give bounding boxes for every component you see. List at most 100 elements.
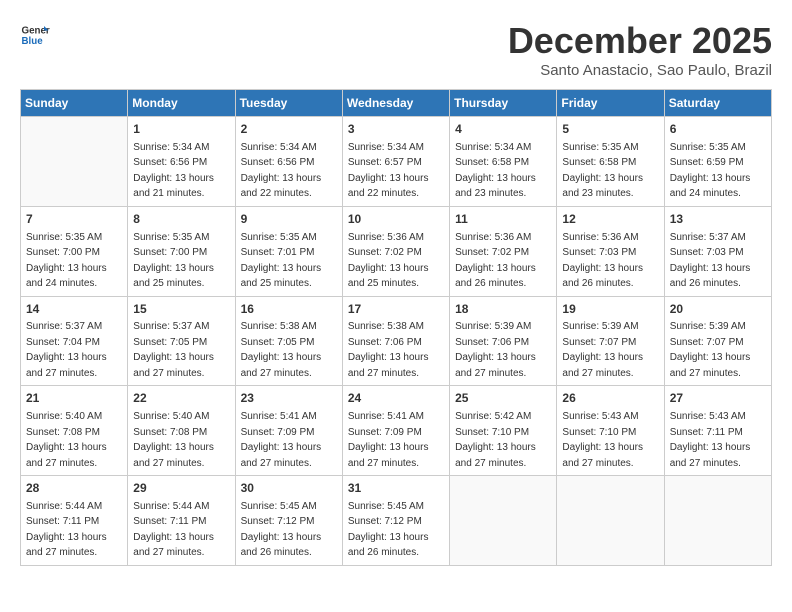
day-info: Sunrise: 5:45 AM Sunset: 7:12 PM Dayligh…	[241, 501, 322, 559]
day-number: 9	[241, 211, 337, 228]
calendar-cell	[664, 476, 771, 566]
svg-text:General: General	[22, 26, 51, 37]
day-number: 23	[241, 390, 337, 407]
day-info: Sunrise: 5:36 AM Sunset: 7:02 PM Dayligh…	[348, 232, 429, 290]
calendar-cell: 4 Sunrise: 5:34 AM Sunset: 6:58 PM Daylig…	[450, 117, 557, 207]
weekday-header-row: SundayMondayTuesdayWednesdayThursdayFrid…	[21, 90, 772, 117]
day-info: Sunrise: 5:37 AM Sunset: 7:03 PM Dayligh…	[670, 232, 751, 290]
day-number: 22	[133, 390, 229, 407]
calendar-cell: 23 Sunrise: 5:41 AM Sunset: 7:09 PM Dayli…	[235, 386, 342, 476]
calendar-cell: 6 Sunrise: 5:35 AM Sunset: 6:59 PM Daylig…	[664, 117, 771, 207]
day-number: 12	[562, 211, 658, 228]
title-block: December 2025 Santo Anastacio, Sao Paulo…	[508, 20, 772, 79]
day-info: Sunrise: 5:42 AM Sunset: 7:10 PM Dayligh…	[455, 411, 536, 469]
weekday-header-thursday: Thursday	[450, 90, 557, 117]
day-info: Sunrise: 5:39 AM Sunset: 7:06 PM Dayligh…	[455, 321, 536, 379]
day-info: Sunrise: 5:44 AM Sunset: 7:11 PM Dayligh…	[26, 501, 107, 559]
day-number: 27	[670, 390, 766, 407]
logo: General Blue	[20, 20, 50, 50]
calendar-cell: 25Sunrise: 5:42 AM Sunset: 7:10 PM Dayli…	[450, 386, 557, 476]
day-info: Sunrise: 5:43 AM Sunset: 7:10 PM Dayligh…	[562, 411, 643, 469]
day-number: 28	[26, 480, 122, 497]
weekday-header-tuesday: Tuesday	[235, 90, 342, 117]
day-info: Sunrise: 5:36 AM Sunset: 7:03 PM Dayligh…	[562, 232, 643, 290]
calendar-week-2: 7 Sunrise: 5:35 AM Sunset: 7:00 PM Daylig…	[21, 206, 772, 296]
day-info: Sunrise: 5:35 AM Sunset: 7:00 PM Dayligh…	[26, 232, 107, 290]
day-info: Sunrise: 5:34 AM Sunset: 6:57 PM Dayligh…	[348, 142, 429, 200]
calendar-cell: 17Sunrise: 5:38 AM Sunset: 7:06 PM Dayli…	[342, 296, 449, 386]
calendar-cell: 14Sunrise: 5:37 AM Sunset: 7:04 PM Dayli…	[21, 296, 128, 386]
calendar-cell: 7 Sunrise: 5:35 AM Sunset: 7:00 PM Daylig…	[21, 206, 128, 296]
calendar-cell: 26 Sunrise: 5:43 AM Sunset: 7:10 PM Dayli…	[557, 386, 664, 476]
day-info: Sunrise: 5:37 AM Sunset: 7:05 PM Dayligh…	[133, 321, 214, 379]
day-number: 21	[26, 390, 122, 407]
calendar-cell	[557, 476, 664, 566]
page-header: General Blue December 2025 Santo Anastac…	[20, 20, 772, 79]
weekday-header-sunday: Sunday	[21, 90, 128, 117]
calendar-cell: 28 Sunrise: 5:44 AM Sunset: 7:11 PM Dayli…	[21, 476, 128, 566]
day-info: Sunrise: 5:41 AM Sunset: 7:09 PM Dayligh…	[348, 411, 429, 469]
day-info: Sunrise: 5:41 AM Sunset: 7:09 PM Dayligh…	[241, 411, 322, 469]
day-number: 18	[455, 301, 551, 318]
calendar-title: December 2025	[508, 20, 772, 62]
day-info: Sunrise: 5:35 AM Sunset: 6:59 PM Dayligh…	[670, 142, 751, 200]
day-info: Sunrise: 5:35 AM Sunset: 7:00 PM Dayligh…	[133, 232, 214, 290]
calendar-table: SundayMondayTuesdayWednesdayThursdayFrid…	[20, 89, 772, 566]
day-number: 15	[133, 301, 229, 318]
day-info: Sunrise: 5:36 AM Sunset: 7:02 PM Dayligh…	[455, 232, 536, 290]
calendar-cell: 15 Sunrise: 5:37 AM Sunset: 7:05 PM Dayli…	[128, 296, 235, 386]
day-info: Sunrise: 5:44 AM Sunset: 7:11 PM Dayligh…	[133, 501, 214, 559]
calendar-cell: 24 Sunrise: 5:41 AM Sunset: 7:09 PM Dayli…	[342, 386, 449, 476]
calendar-cell: 10Sunrise: 5:36 AM Sunset: 7:02 PM Dayli…	[342, 206, 449, 296]
weekday-header-monday: Monday	[128, 90, 235, 117]
calendar-cell: 20Sunrise: 5:39 AM Sunset: 7:07 PM Dayli…	[664, 296, 771, 386]
svg-text:Blue: Blue	[22, 36, 44, 47]
day-number: 2	[241, 121, 337, 138]
day-number: 6	[670, 121, 766, 138]
logo-icon: General Blue	[20, 20, 50, 50]
calendar-subtitle: Santo Anastacio, Sao Paulo, Brazil	[508, 62, 772, 79]
day-number: 4	[455, 121, 551, 138]
calendar-cell: 30 Sunrise: 5:45 AM Sunset: 7:12 PM Dayli…	[235, 476, 342, 566]
calendar-cell	[21, 117, 128, 207]
calendar-cell: 9 Sunrise: 5:35 AM Sunset: 7:01 PM Daylig…	[235, 206, 342, 296]
day-number: 31	[348, 480, 444, 497]
calendar-cell: 12 Sunrise: 5:36 AM Sunset: 7:03 PM Dayli…	[557, 206, 664, 296]
calendar-cell: 18 Sunrise: 5:39 AM Sunset: 7:06 PM Dayli…	[450, 296, 557, 386]
calendar-cell: 8 Sunrise: 5:35 AM Sunset: 7:00 PM Daylig…	[128, 206, 235, 296]
calendar-cell: 11Sunrise: 5:36 AM Sunset: 7:02 PM Dayli…	[450, 206, 557, 296]
day-info: Sunrise: 5:35 AM Sunset: 7:01 PM Dayligh…	[241, 232, 322, 290]
day-info: Sunrise: 5:35 AM Sunset: 6:58 PM Dayligh…	[562, 142, 643, 200]
calendar-cell: 21 Sunrise: 5:40 AM Sunset: 7:08 PM Dayli…	[21, 386, 128, 476]
day-number: 24	[348, 390, 444, 407]
day-info: Sunrise: 5:43 AM Sunset: 7:11 PM Dayligh…	[670, 411, 751, 469]
calendar-cell: 16Sunrise: 5:38 AM Sunset: 7:05 PM Dayli…	[235, 296, 342, 386]
day-number: 8	[133, 211, 229, 228]
day-number: 26	[562, 390, 658, 407]
weekday-header-saturday: Saturday	[664, 90, 771, 117]
day-info: Sunrise: 5:39 AM Sunset: 7:07 PM Dayligh…	[670, 321, 751, 379]
calendar-cell: 2Sunrise: 5:34 AM Sunset: 6:56 PM Daylig…	[235, 117, 342, 207]
calendar-cell: 3Sunrise: 5:34 AM Sunset: 6:57 PM Daylig…	[342, 117, 449, 207]
day-number: 30	[241, 480, 337, 497]
calendar-cell: 31Sunrise: 5:45 AM Sunset: 7:12 PM Dayli…	[342, 476, 449, 566]
calendar-body: 1 Sunrise: 5:34 AM Sunset: 6:56 PM Daylig…	[21, 117, 772, 566]
day-number: 14	[26, 301, 122, 318]
calendar-cell: 19Sunrise: 5:39 AM Sunset: 7:07 PM Dayli…	[557, 296, 664, 386]
day-info: Sunrise: 5:34 AM Sunset: 6:58 PM Dayligh…	[455, 142, 536, 200]
day-number: 7	[26, 211, 122, 228]
calendar-cell: 29 Sunrise: 5:44 AM Sunset: 7:11 PM Dayli…	[128, 476, 235, 566]
day-info: Sunrise: 5:34 AM Sunset: 6:56 PM Dayligh…	[133, 142, 214, 200]
day-number: 16	[241, 301, 337, 318]
calendar-week-1: 1 Sunrise: 5:34 AM Sunset: 6:56 PM Daylig…	[21, 117, 772, 207]
day-number: 1	[133, 121, 229, 138]
day-number: 13	[670, 211, 766, 228]
calendar-cell	[450, 476, 557, 566]
day-info: Sunrise: 5:39 AM Sunset: 7:07 PM Dayligh…	[562, 321, 643, 379]
day-info: Sunrise: 5:40 AM Sunset: 7:08 PM Dayligh…	[26, 411, 107, 469]
day-number: 29	[133, 480, 229, 497]
calendar-week-4: 21 Sunrise: 5:40 AM Sunset: 7:08 PM Dayli…	[21, 386, 772, 476]
day-number: 17	[348, 301, 444, 318]
calendar-cell: 5Sunrise: 5:35 AM Sunset: 6:58 PM Daylig…	[557, 117, 664, 207]
calendar-cell: 1 Sunrise: 5:34 AM Sunset: 6:56 PM Daylig…	[128, 117, 235, 207]
